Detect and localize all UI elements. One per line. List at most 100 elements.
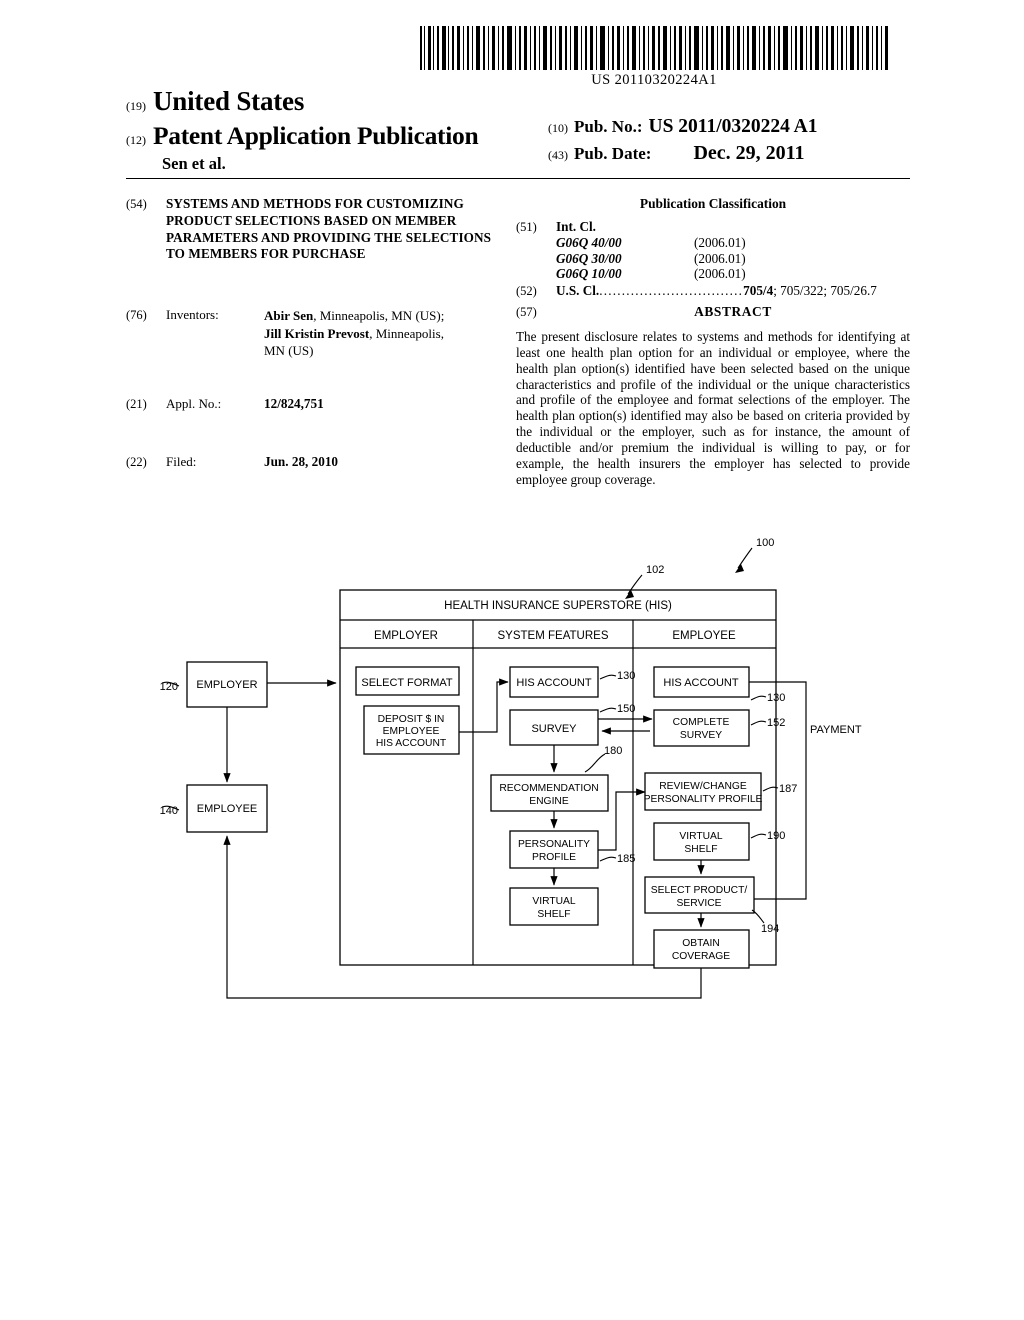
box-select-product-service: SELECT PRODUCT/ SERVICE 194 <box>644 876 779 935</box>
country-line: (19) United States <box>126 86 910 117</box>
external-employee-label: EMPLOYEE <box>197 803 258 815</box>
box-emp-virtual-shelf-line2: SHELF <box>684 844 717 855</box>
pubdate-row: (43) Pub. Date: Dec. 29, 2011 <box>548 142 908 165</box>
us-cl-primary: 705/4 <box>743 282 774 298</box>
appl-no-value: 12/824,751 <box>264 395 324 411</box>
filed-value: Jun. 28, 2010 <box>264 453 339 469</box>
ipc-year: (2006.01) <box>694 235 746 250</box>
ref-leader-102: 102 <box>625 564 664 599</box>
box-obtain-coverage-line2: COVERAGE <box>672 951 730 962</box>
country-name: United States <box>153 86 305 116</box>
pubno-code: (10) <box>548 121 568 135</box>
payment-label: PAYMENT <box>810 724 862 736</box>
publication-title-block: (19) United States (12) Patent Applicati… <box>126 86 910 174</box>
box-deposit-line2: EMPLOYEE <box>383 726 440 737</box>
int-cl-code: (51) <box>516 220 537 234</box>
abstract-text: The present disclosure relates to system… <box>516 328 910 487</box>
box-complete-survey-line2: SURVEY <box>680 730 722 741</box>
ref-150-label: 150 <box>617 703 635 715</box>
box-obtain-coverage-line1: OBTAIN <box>682 938 720 949</box>
title-code: (54) <box>126 197 147 211</box>
abstract-body-wrap: ABSTRACT <box>556 304 910 320</box>
filed-label: Filed: <box>166 453 197 469</box>
box-sys-virtual-shelf-line1: VIRTUAL <box>532 896 576 907</box>
box-select-format: SELECT FORMAT <box>355 666 460 696</box>
box-review-change-personality-profile: REVIEW/CHANGE PERSONALITY PROFILE 187 <box>644 772 797 811</box>
box-recommendation-line2: ENGINE <box>529 796 569 807</box>
box-sys-his-account: HIS ACCOUNT 130 <box>509 666 635 698</box>
publication-meta: (10) Pub. No.: US 2011/0320224 A1 (43) P… <box>548 116 908 165</box>
ref-140-label: 140 <box>160 805 178 817</box>
us-cl-label: U.S. Cl. <box>556 282 600 298</box>
box-sys-virtual-shelf: VIRTUAL SHELF <box>509 887 599 926</box>
inventor-name: Jill Kristin Prevost <box>264 325 370 341</box>
external-employer-node: EMPLOYER 120 <box>160 661 268 708</box>
doctype-name: Patent Application Publication <box>153 121 479 150</box>
int-cl-field: (51) Int. Cl. G06Q 40/00 (2006.01) G06Q … <box>516 219 910 282</box>
ref-102-label: 102 <box>646 564 664 576</box>
title-field: (54) SYSTEMS AND METHODS FOR CUSTOMIZING… <box>126 196 496 263</box>
box-emp-his-account: HIS ACCOUNT 130 <box>653 666 785 704</box>
us-cl-dots: ................................ <box>599 282 744 298</box>
country-code: (19) <box>126 99 146 113</box>
ipc-entry: G06Q 30/00 (2006.01) <box>556 251 910 267</box>
ref-152-label: 152 <box>767 717 785 729</box>
us-cl-body: U.S. Cl.................................… <box>556 283 910 299</box>
ref-130-system-label: 130 <box>617 670 635 682</box>
appl-no-field: (21) Appl. No.: 12/824,751 <box>126 396 496 412</box>
column-header-employee: EMPLOYEE <box>672 630 736 642</box>
box-personality-line2: PROFILE <box>532 852 576 863</box>
left-column: (54) SYSTEMS AND METHODS FOR CUSTOMIZING… <box>126 196 496 470</box>
ref-190-label: 190 <box>767 830 785 842</box>
ipc-year: (2006.01) <box>694 250 746 266</box>
box-emp-virtual-shelf: VIRTUAL SHELF 190 <box>653 822 785 861</box>
inventors-list: Abir Sen, Minneapolis, MN (US); Jill Kri… <box>264 307 496 360</box>
inventors-code: (76) <box>126 308 147 323</box>
box-recommendation-engine: RECOMMENDATION ENGINE 180 <box>490 745 622 812</box>
box-survey: SURVEY 150 <box>509 703 635 746</box>
box-sys-virtual-shelf-line2: SHELF <box>537 909 570 920</box>
external-employee-node: EMPLOYEE 140 <box>160 784 268 833</box>
ref-187-label: 187 <box>779 783 797 795</box>
ipc-entry: G06Q 10/00 (2006.01) <box>556 266 910 282</box>
ref-leader-100: 100 <box>735 537 774 573</box>
box-deposit-employee-account: DEPOSIT $ IN EMPLOYEE HIS ACCOUNT <box>363 705 460 755</box>
box-recommendation-line1: RECOMMENDATION <box>499 783 598 794</box>
ref-180-label: 180 <box>604 745 622 757</box>
ref-185-label: 185 <box>617 853 635 865</box>
box-complete-survey: COMPLETE SURVEY 152 <box>653 709 785 747</box>
box-survey-label: SURVEY <box>531 723 577 735</box>
box-obtain-coverage: OBTAIN COVERAGE <box>653 929 750 969</box>
box-review-change-line1: REVIEW/CHANGE <box>659 781 747 792</box>
column-header-system-features: SYSTEM FEATURES <box>498 630 609 642</box>
inventor-location: , Minneapolis, <box>369 325 444 341</box>
us-cl-rest: ; 705/322; 705/26.7 <box>773 282 877 298</box>
filed-field: (22) Filed: Jun. 28, 2010 <box>126 454 496 470</box>
inventor-line: MN (US) <box>264 342 496 360</box>
box-select-product-line2: SERVICE <box>676 898 721 909</box>
publication-classification-heading: Publication Classification <box>639 196 787 211</box>
inventors-field: (76) Inventors: Abir Sen, Minneapolis, M… <box>126 307 496 360</box>
barcode-block: US 20110320224A1 <box>418 26 890 89</box>
header-divider <box>126 178 910 179</box>
us-cl-code: (52) <box>516 283 537 298</box>
external-employer-label: EMPLOYER <box>196 679 257 691</box>
pubno-value: US 2011/0320224 A1 <box>648 116 818 137</box>
pubdate-code: (43) <box>548 148 568 162</box>
box-deposit-line3: HIS ACCOUNT <box>376 738 447 749</box>
box-select-format-label: SELECT FORMAT <box>361 677 453 689</box>
ref-194-label: 194 <box>761 923 779 935</box>
box-deposit-line1: DEPOSIT $ IN <box>378 714 445 725</box>
ipc-code: G06Q 40/00 <box>556 235 622 250</box>
appl-no-code: (21) <box>126 396 147 411</box>
box-emp-virtual-shelf-line1: VIRTUAL <box>679 831 723 842</box>
abstract-field: (57) ABSTRACT <box>516 304 910 320</box>
pubdate-label: Pub. Date: <box>574 144 652 163</box>
inventor-line: Abir Sen, Minneapolis, MN (US); <box>264 307 496 325</box>
his-header-label: HEALTH INSURANCE SUPERSTORE (HIS) <box>444 600 672 612</box>
ref-120-label: 120 <box>160 681 178 693</box>
barcode-image <box>418 26 890 70</box>
right-column: Publication Classification (51) Int. Cl.… <box>516 196 910 488</box>
box-complete-survey-line1: COMPLETE <box>673 717 730 728</box>
pubdate-value: Dec. 29, 2011 <box>693 142 805 164</box>
